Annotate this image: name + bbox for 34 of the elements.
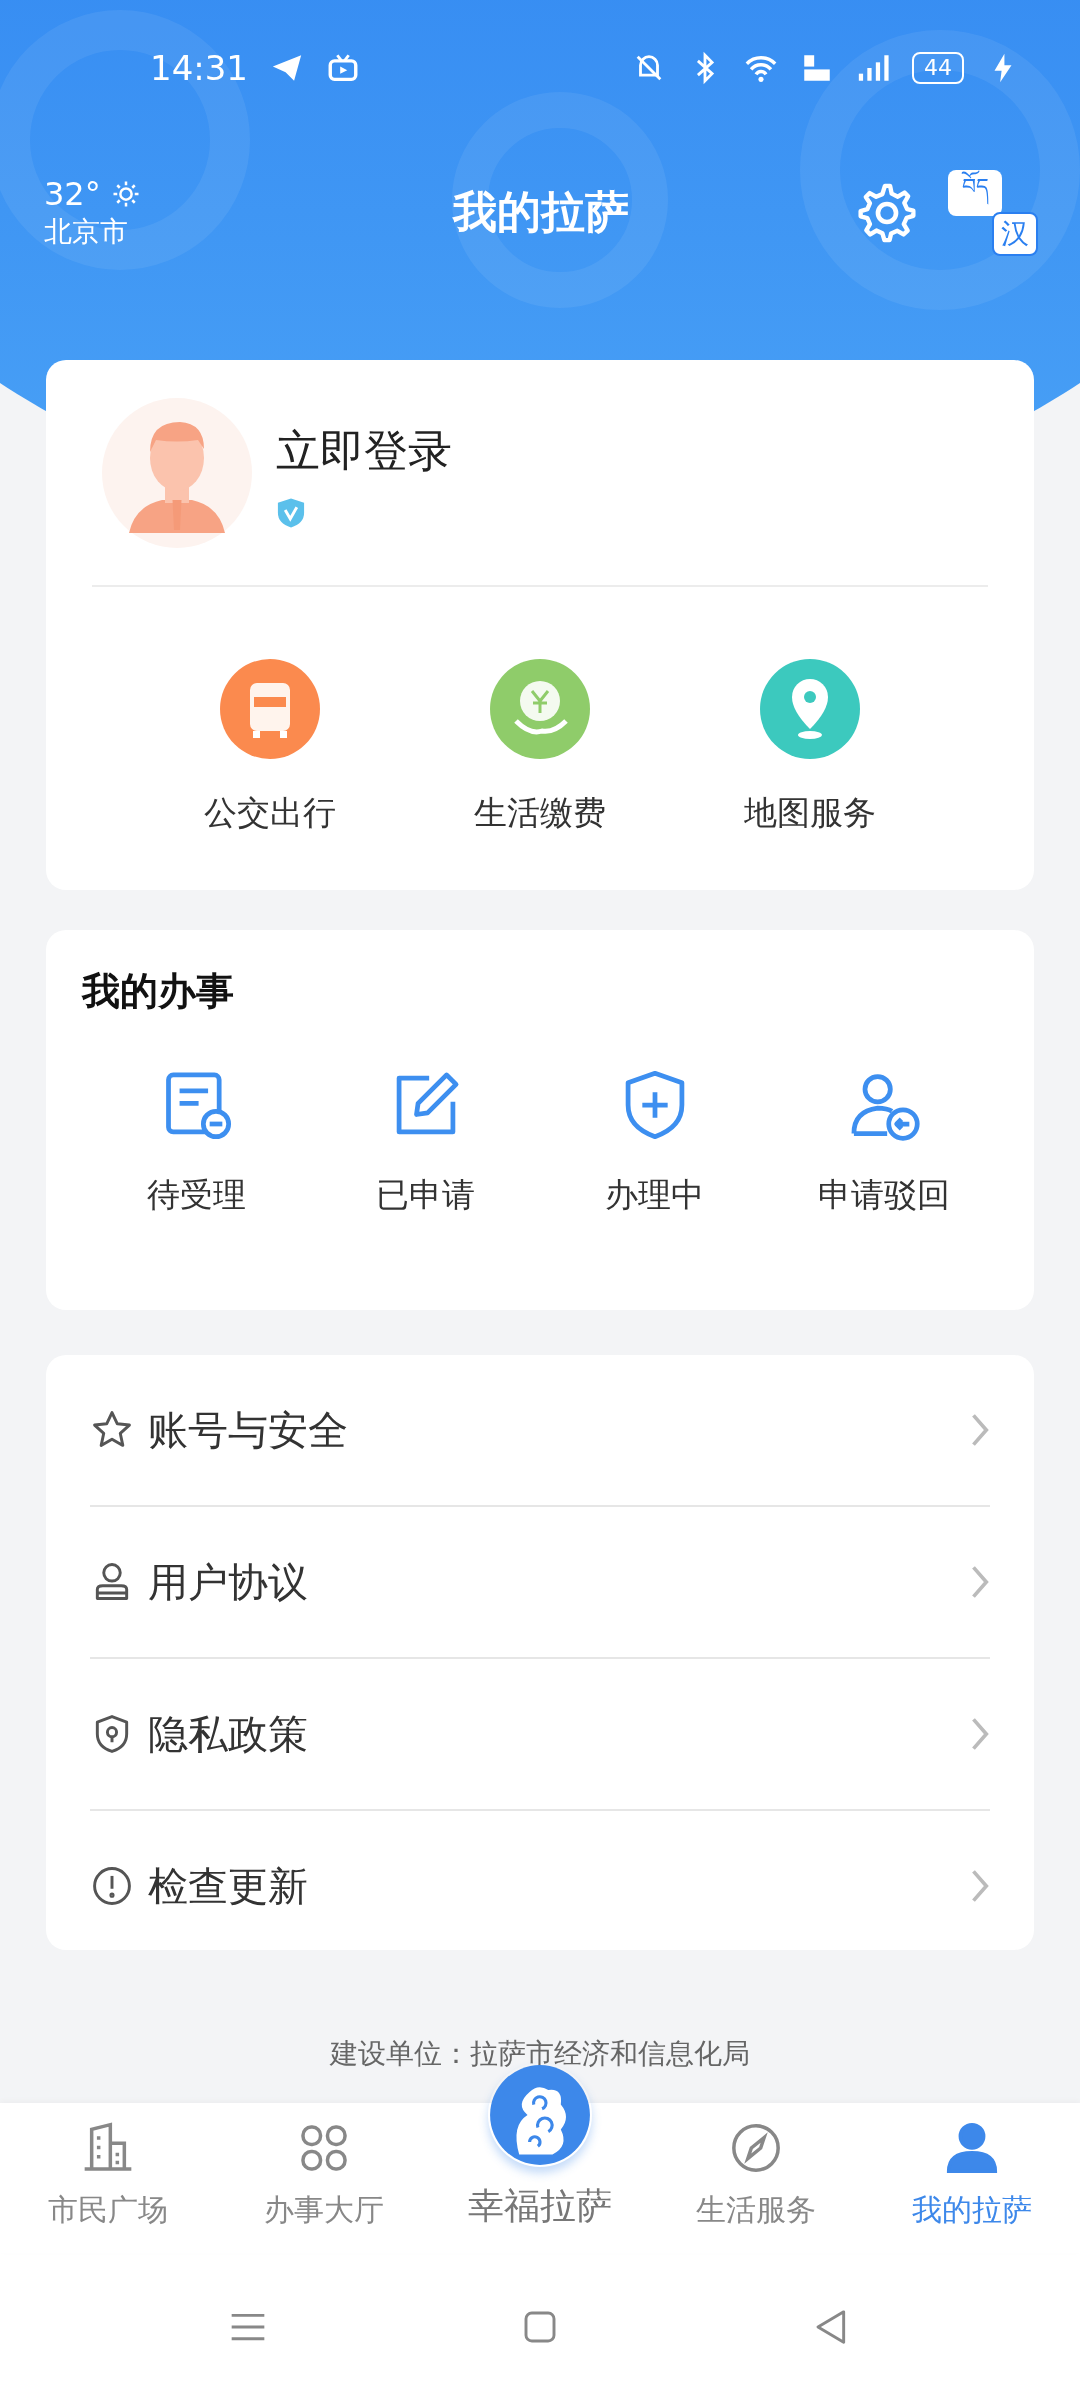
tab[interactable]: 我的拉萨 bbox=[864, 2103, 1080, 2253]
affair-label[interactable]: 申请驳回 bbox=[817, 1173, 950, 1218]
tab[interactable]: 市民广场 bbox=[0, 2103, 216, 2253]
language-switch-button[interactable]: བོད 汉 bbox=[948, 169, 1038, 256]
footer-text: 建设单位：拉萨市经济和信息化局 bbox=[330, 2036, 750, 2072]
chinese-label: 汉 bbox=[992, 211, 1038, 256]
battery-level: 44 bbox=[912, 51, 964, 84]
settings-icon[interactable] bbox=[856, 181, 918, 244]
affair-label[interactable]: 待受理 bbox=[147, 1173, 246, 1218]
service-label[interactable]: 生活缴费 bbox=[474, 791, 606, 836]
affair-label[interactable]: 已申请 bbox=[376, 1173, 475, 1218]
menu-item[interactable]: 账号与安全 bbox=[148, 1402, 954, 1458]
affair-label[interactable]: 办理中 bbox=[605, 1173, 704, 1218]
menu-item[interactable]: 隐私政策 bbox=[148, 1706, 954, 1762]
map-service-icon[interactable] bbox=[760, 659, 860, 759]
section-title: 我的办事 bbox=[82, 969, 234, 1013]
tab[interactable]: 生活服务 bbox=[648, 2103, 864, 2253]
tibetan-label: བོད bbox=[948, 169, 1002, 216]
person-icon bbox=[944, 2120, 1000, 2176]
service-label[interactable]: 公交出行 bbox=[204, 791, 336, 836]
menu-item[interactable]: 检查更新 bbox=[148, 1858, 954, 1914]
login-link[interactable]: 立即登录 bbox=[276, 422, 452, 481]
menu-item[interactable]: 用户协议 bbox=[148, 1554, 954, 1610]
bus-service-icon[interactable] bbox=[220, 659, 320, 759]
page-title: 我的拉萨 bbox=[451, 185, 630, 239]
tab[interactable]: 办事大厅 bbox=[216, 2103, 432, 2253]
status-time: 14:31 bbox=[150, 47, 248, 88]
center-tab[interactable]: 幸福拉萨 bbox=[432, 2182, 648, 2253]
alert-icon bbox=[90, 1864, 134, 1908]
city-name: 北京市 bbox=[44, 213, 129, 250]
temperature: 32° bbox=[44, 174, 101, 213]
service-label[interactable]: 地图服务 bbox=[744, 791, 876, 836]
pay-service-icon[interactable] bbox=[490, 659, 590, 759]
avatar-icon[interactable] bbox=[102, 397, 252, 548]
